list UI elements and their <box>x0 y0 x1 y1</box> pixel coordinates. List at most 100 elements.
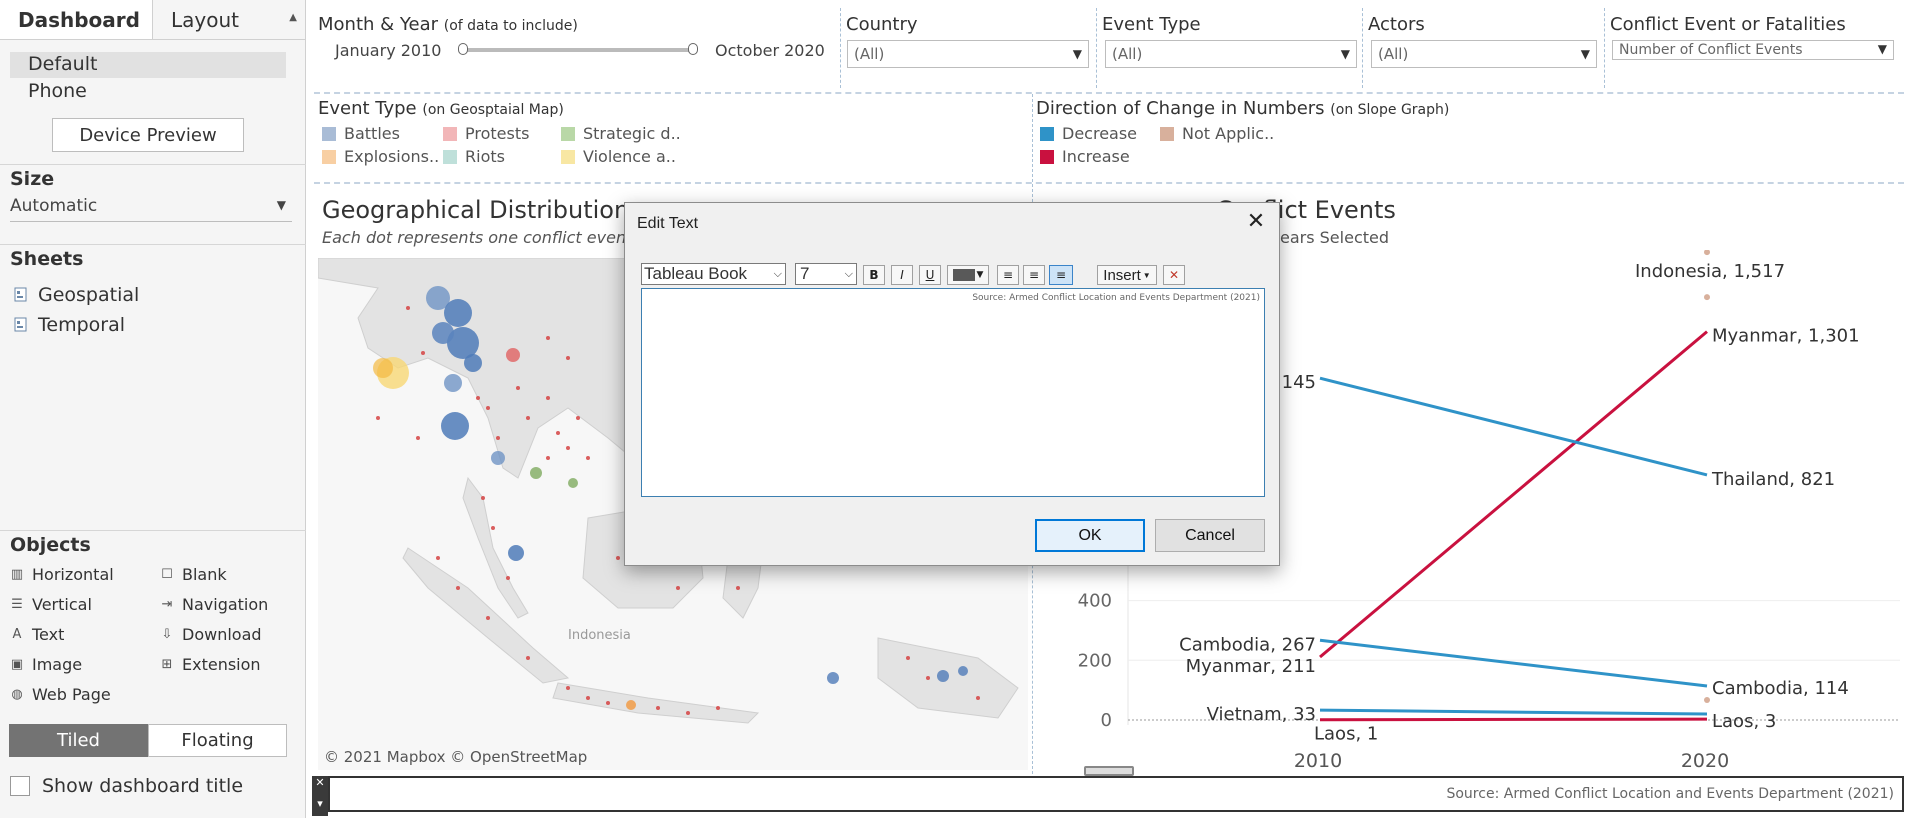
legend-battles[interactable]: Battles <box>322 124 400 143</box>
point-indonesia <box>1704 294 1710 301</box>
align-left-icon[interactable]: ≡ <box>997 265 1019 285</box>
map-dot <box>827 672 839 684</box>
sheet-geospatial[interactable]: Geospatial <box>14 284 139 306</box>
chevron-down-icon: ▼ <box>1877 42 1887 56</box>
extension-icon: ⊞ <box>161 656 173 672</box>
bold-button[interactable]: B <box>863 265 885 285</box>
color-button[interactable]: ▼ <box>947 265 989 285</box>
checkbox-box <box>10 776 30 796</box>
object-text[interactable]: A Text <box>10 625 65 644</box>
size-title: Size <box>10 168 55 190</box>
object-label: Text <box>32 625 65 644</box>
color-swatch <box>952 269 975 281</box>
legend-increase[interactable]: Increase <box>1040 147 1130 166</box>
insert-button[interactable]: Insert ▼ <box>1097 265 1157 285</box>
point-indonesia <box>1704 250 1710 256</box>
divider <box>0 164 306 165</box>
slider-handle-end[interactable] <box>688 43 698 55</box>
device-phone[interactable]: Phone <box>28 80 87 102</box>
map-place-label: Indonesia <box>568 628 631 643</box>
object-label: Download <box>182 625 262 644</box>
legend-swatch <box>1040 149 1054 164</box>
map-attribution: © 2021 Mapbox © OpenStreetMap <box>324 748 588 766</box>
event-legend-title: Event Type (on Geosptaial Map) <box>318 98 564 119</box>
clear-formatting-icon[interactable]: ✕ <box>1163 265 1185 285</box>
chevron-down-icon: ▼ <box>1072 47 1082 61</box>
floating-button[interactable]: Floating <box>148 724 287 757</box>
event-type-dropdown[interactable]: (All) ▼ <box>1105 40 1357 68</box>
actors-value: (All) <box>1378 45 1409 63</box>
legend-protests[interactable]: Protests <box>443 124 529 143</box>
ok-button[interactable]: OK <box>1035 519 1145 552</box>
slider-handle-start[interactable] <box>458 43 468 55</box>
object-download[interactable]: ⇩ Download <box>160 625 262 644</box>
object-extension[interactable]: ⊞ Extension <box>160 655 261 674</box>
date-filter-title: Month & Year (of data to include) <box>318 14 578 35</box>
object-label: Extension <box>182 655 261 674</box>
object-image[interactable]: ▣ Image <box>10 655 82 674</box>
legend-label: Protests <box>465 124 530 143</box>
resize-grip[interactable] <box>1084 766 1134 776</box>
text-editor-area[interactable]: Source: Armed Conflict Location and Even… <box>641 288 1265 497</box>
chevron-down-icon: ▼ <box>1580 47 1590 61</box>
text-object-handle[interactable]: ✕ ▾ <box>312 776 328 816</box>
map-dot <box>491 451 505 465</box>
object-web-page[interactable]: ◍ Web Page <box>10 685 111 704</box>
object-horizontal[interactable]: ▥ Horizontal <box>10 565 114 584</box>
sheet-temporal-label: Temporal <box>38 314 125 336</box>
show-title-checkbox[interactable]: Show dashboard title <box>10 775 243 797</box>
y-tick-label: 200 <box>1078 650 1112 671</box>
map-subtitle: Each dot represents one conflict event, … <box>322 228 651 247</box>
date-range-slider[interactable] <box>458 43 698 55</box>
country-dropdown[interactable]: (All) ▼ <box>847 40 1089 68</box>
object-navigation[interactable]: ⇥ Navigation <box>160 595 269 614</box>
device-default[interactable]: Default <box>10 52 286 78</box>
object-vertical[interactable]: ☰ Vertical <box>10 595 92 614</box>
italic-button[interactable]: I <box>891 265 913 285</box>
object-label: Navigation <box>182 595 269 614</box>
insert-label: Insert <box>1103 266 1141 284</box>
font-select[interactable]: Tableau Book ⌵ <box>641 263 786 285</box>
device-preview-button[interactable]: Device Preview <box>52 118 244 152</box>
close-icon[interactable]: ✕ <box>1243 209 1269 235</box>
underline-button[interactable]: U <box>919 265 941 285</box>
align-center-icon[interactable]: ≡ <box>1023 265 1045 285</box>
actors-filter-label: Actors <box>1368 14 1425 35</box>
map-title: Geographical Distribution o <box>322 196 652 224</box>
tab-dashboard[interactable]: Dashboard <box>0 0 153 39</box>
legend-riots[interactable]: Riots <box>443 147 505 166</box>
conflict-dropdown[interactable]: Number of Conflict Events ▼ <box>1612 40 1894 60</box>
direction-legend-label: Direction of Change in Numbers <box>1036 98 1325 119</box>
conflict-filter-label: Conflict Event or Fatalities <box>1610 14 1846 35</box>
legend-decrease[interactable]: Decrease <box>1040 124 1137 143</box>
date-filter-label: Month & Year <box>318 14 439 35</box>
size-dropdown[interactable]: Automatic ▼ <box>10 196 292 222</box>
tiled-button[interactable]: Tiled <box>9 724 148 757</box>
series-line-laos <box>1319 717 1708 722</box>
font-size-select[interactable]: 7 ⌵ <box>795 263 857 285</box>
align-right-icon[interactable]: ≡ <box>1049 265 1073 285</box>
font-value: Tableau Book <box>644 264 748 283</box>
object-blank[interactable]: ☐ Blank <box>160 565 226 584</box>
object-label: Web Page <box>32 685 111 704</box>
legend-violence[interactable]: Violence a.. <box>561 147 676 166</box>
vertical-icon: ☰ <box>11 596 23 612</box>
divider <box>1604 8 1605 88</box>
actors-dropdown[interactable]: (All) ▼ <box>1371 40 1597 68</box>
chevron-down-icon: ▼ <box>1142 270 1151 280</box>
label-myanmar-2010: Myanmar, 211 <box>1186 656 1316 677</box>
divider <box>314 182 1904 184</box>
chevron-down-icon[interactable]: ▾ <box>312 797 328 810</box>
cancel-button[interactable]: Cancel <box>1155 519 1265 552</box>
tab-layout[interactable]: Layout ▲ <box>153 0 305 39</box>
chevron-down-icon: ▼ <box>976 270 984 280</box>
close-icon[interactable]: ✕ <box>312 776 328 789</box>
footer-text-object[interactable]: Source: Armed Conflict Location and Even… <box>328 776 1904 812</box>
legend-swatch <box>322 126 336 141</box>
legend-strategic[interactable]: Strategic d.. <box>561 124 681 143</box>
legend-explosions[interactable]: Explosions.. <box>322 147 439 166</box>
size-value: Automatic <box>10 196 98 216</box>
legend-not-applicable[interactable]: Not Applic.. <box>1160 124 1274 143</box>
sheet-geospatial-label: Geospatial <box>38 284 140 306</box>
sheet-temporal[interactable]: Temporal <box>14 314 125 336</box>
